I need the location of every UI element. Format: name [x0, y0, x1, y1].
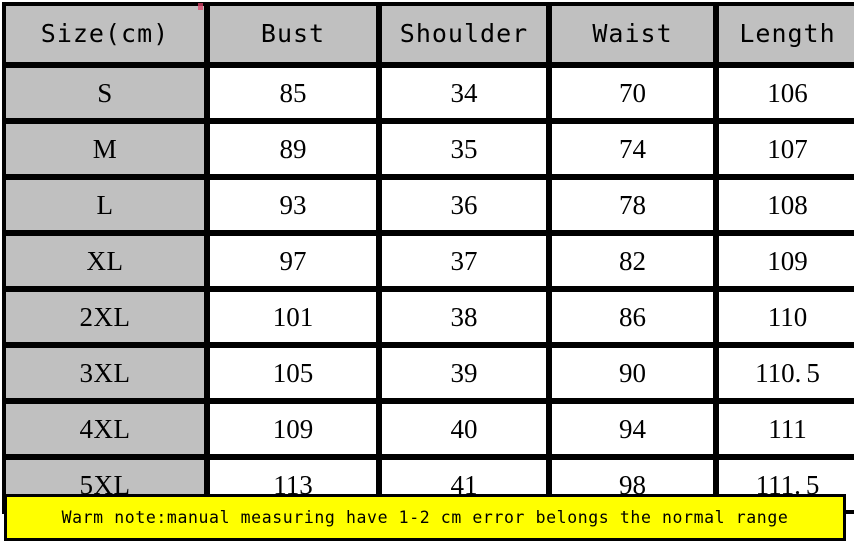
table-header-row: Size(cm) Bust Shoulder Waist Length [4, 4, 854, 64]
cell-bust: 89 [208, 122, 378, 176]
table-head: Size(cm) Bust Shoulder Waist Length [4, 4, 854, 64]
cell-bust: 85 [208, 66, 378, 120]
column-header-size: Size(cm) [4, 4, 206, 64]
cell-waist: 82 [550, 234, 715, 288]
cell-waist: 90 [550, 346, 715, 400]
cell-waist: 78 [550, 178, 715, 232]
cell-shoulder: 35 [380, 122, 548, 176]
cell-size: M [4, 122, 206, 176]
table-row: 2XL 101 38 86 110 [4, 290, 854, 344]
table-row: S 85 34 70 106 [4, 66, 854, 120]
table-row: XL 97 37 82 109 [4, 234, 854, 288]
cell-waist: 70 [550, 66, 715, 120]
column-header-shoulder: Shoulder [380, 4, 548, 64]
cell-shoulder: 40 [380, 402, 548, 456]
cell-waist: 94 [550, 402, 715, 456]
warning-note-banner: Warm note:manual measuring have 1-2 cm e… [4, 494, 846, 541]
cell-bust: 93 [208, 178, 378, 232]
cell-shoulder: 38 [380, 290, 548, 344]
column-header-waist: Waist [550, 4, 715, 64]
cell-size: 3XL [4, 346, 206, 400]
image-artifact-dot [198, 3, 203, 10]
cell-bust: 97 [208, 234, 378, 288]
table-row: L 93 36 78 108 [4, 178, 854, 232]
cell-shoulder: 34 [380, 66, 548, 120]
cell-size: 2XL [4, 290, 206, 344]
cell-bust: 109 [208, 402, 378, 456]
size-chart-table: Size(cm) Bust Shoulder Waist Length S 85 3… [2, 2, 854, 514]
cell-length: 108 [717, 178, 854, 232]
cell-length: 106 [717, 66, 854, 120]
cell-shoulder: 36 [380, 178, 548, 232]
cell-bust: 101 [208, 290, 378, 344]
cell-shoulder: 37 [380, 234, 548, 288]
column-header-length: Length [717, 4, 854, 64]
cell-length: 109 [717, 234, 854, 288]
cell-size: S [4, 66, 206, 120]
cell-size: L [4, 178, 206, 232]
cell-length: 111 [717, 402, 854, 456]
cell-size: 4XL [4, 402, 206, 456]
table-body: S 85 34 70 106 M 89 35 74 107 L 93 36 78 108 XL 97 37 82 10… [4, 66, 854, 512]
table-row: 3XL 105 39 90 110. 5 [4, 346, 854, 400]
cell-length: 110 [717, 290, 854, 344]
table-row: M 89 35 74 107 [4, 122, 854, 176]
cell-waist: 86 [550, 290, 715, 344]
cell-size: XL [4, 234, 206, 288]
cell-shoulder: 39 [380, 346, 548, 400]
cell-length: 110. 5 [717, 346, 854, 400]
cell-bust: 105 [208, 346, 378, 400]
table-row: 4XL 109 40 94 111 [4, 402, 854, 456]
size-chart-root: Size(cm) Bust Shoulder Waist Length S 85 3… [0, 2, 854, 551]
cell-waist: 74 [550, 122, 715, 176]
column-header-bust: Bust [208, 4, 378, 64]
cell-length: 107 [717, 122, 854, 176]
